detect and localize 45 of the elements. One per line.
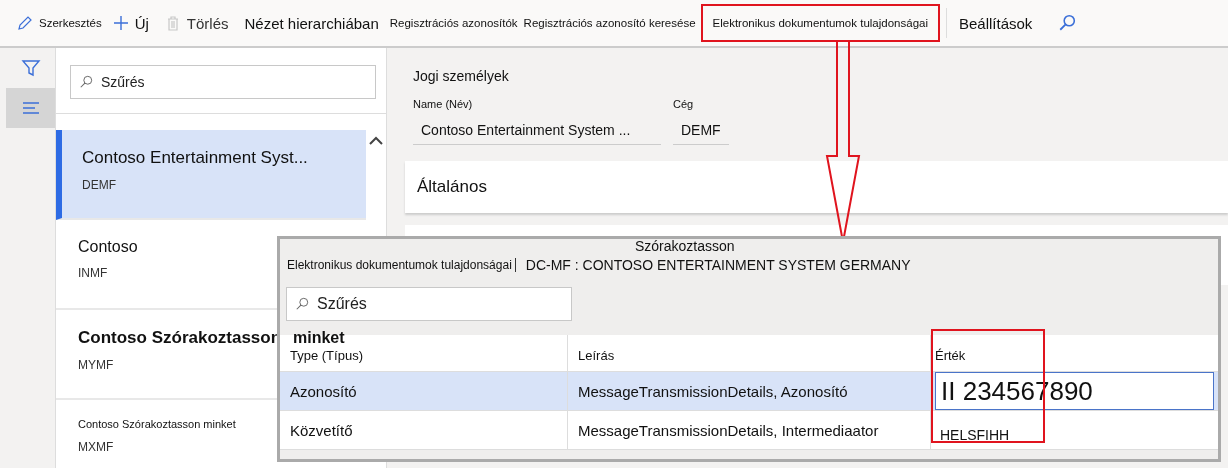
table-cell-text: HELSFIHH — [939, 426, 1010, 443]
item-code: INMF — [78, 266, 108, 280]
list-item[interactable]: Contoso Entertainment Syst... DEMF — [56, 130, 366, 220]
field-value: Contoso Entertainment System ... — [413, 116, 661, 145]
table-cell: Azonosító — [290, 382, 357, 400]
overlay-text: minket — [293, 329, 345, 347]
toolbar-button[interactable]: Regisztrációs azonosító keresése — [520, 6, 699, 40]
overlay-text: Szórakoztasson — [635, 238, 735, 254]
field-label: Name (Név) — [413, 98, 473, 110]
toolbar-button[interactable]: Regisztrációs azonosítók — [386, 6, 521, 40]
item-title: Contoso Szórakoztasson — [78, 328, 282, 348]
item-title: Contoso — [78, 238, 138, 256]
search-icon — [295, 297, 309, 311]
column-header[interactable]: Type (Típus) — [290, 348, 363, 363]
table-cell: MessageTransmissionDetails, Azonosító — [578, 382, 848, 400]
section-header[interactable]: Általános — [405, 161, 1228, 213]
item-title: Contoso Szórakoztasson minket — [78, 418, 236, 430]
table-cell: MessageTransmissionDetails, Intermediaator — [578, 421, 879, 439]
table-row[interactable]: Közvetítő MessageTransmissionDetails, Intermediaator HELSFIHH — [280, 411, 1218, 450]
scroll-up-icon[interactable] — [369, 136, 383, 146]
column-header[interactable]: Érték — [935, 348, 966, 363]
plus-icon — [112, 15, 129, 31]
field-label: Cég — [673, 98, 694, 110]
dialog-subtitle: DC-MF : CONTOSO ENTERTAINMENT SYSTEM GERMANY — [525, 257, 911, 273]
column-header[interactable]: Leírás — [578, 348, 615, 363]
toolbar-button[interactable]: Beállítások — [951, 6, 1041, 40]
filter-icon — [20, 58, 41, 78]
filter-field[interactable]: Szűrés — [70, 65, 376, 99]
filter-field[interactable]: Szűrés — [286, 287, 572, 321]
table-cell: Közvetítő — [290, 421, 353, 439]
search-icon[interactable] — [1058, 14, 1077, 32]
edit-button[interactable]: Szerkesztés — [14, 6, 105, 40]
toolbar-button[interactable]: Nézet hierarchiában — [236, 6, 387, 40]
item-code: MYMF — [78, 358, 114, 372]
item-code: MXMF — [78, 440, 114, 454]
toolbar-button[interactable]: Elektronikus dokumentumok tulajdonságai — [702, 6, 938, 40]
new-button[interactable]: Új — [104, 6, 157, 40]
dialog-title: Elektronikus dokumentumok tulajdonságai — [287, 258, 516, 272]
item-title: Contoso Entertainment Syst... — [82, 148, 308, 168]
field-value: DEMF — [673, 116, 729, 145]
search-icon — [79, 75, 93, 89]
page-title: Jogi személyek — [413, 68, 509, 84]
list-view-button[interactable] — [6, 88, 55, 128]
pencil-icon — [17, 15, 33, 31]
item-code: DEMF — [82, 178, 116, 192]
